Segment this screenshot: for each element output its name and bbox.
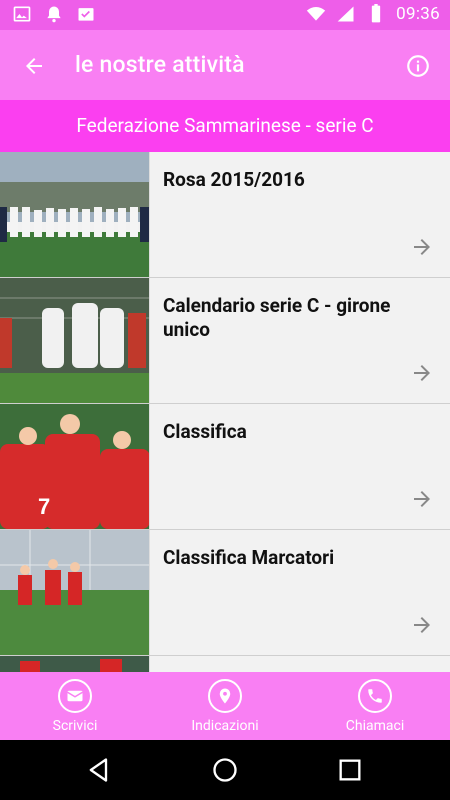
activities-list[interactable]: Rosa 2015/2016 Calendario serie C - giro… xyxy=(0,152,450,672)
list-item[interactable]: Rosa 2015/2016 xyxy=(0,152,450,278)
directions-label: Indicazioni xyxy=(191,718,259,734)
team-photo-thumbnail xyxy=(0,152,150,277)
action-bar: Scrivici Indicazioni Chiamaci xyxy=(0,672,450,740)
write-us-label: Scrivici xyxy=(52,718,98,734)
list-item-label: Rosa 2015/2016 xyxy=(163,168,305,191)
home-circle-icon[interactable] xyxy=(211,756,239,784)
celebration-photo-thumbnail xyxy=(0,278,150,403)
arrow-right-icon xyxy=(414,617,430,633)
screen: 09:36 le nostre attività Federazione Sam… xyxy=(0,0,450,800)
list-item-label: Classifica Marcatori xyxy=(163,546,335,569)
location-pin-icon xyxy=(208,679,242,713)
arrow-right-icon xyxy=(414,491,430,507)
match-photo-thumbnail xyxy=(0,530,150,655)
image-icon xyxy=(13,6,31,22)
list-item[interactable]: Calendario serie C - girone unico xyxy=(0,278,450,404)
phone-icon xyxy=(358,679,392,713)
back-triangle-icon[interactable] xyxy=(85,756,113,784)
mail-icon xyxy=(58,679,92,713)
call-us-button[interactable]: Chiamaci xyxy=(300,672,450,740)
huddle-photo-thumbnail: 7 xyxy=(0,404,150,529)
clock: 09:36 xyxy=(396,4,440,24)
status-bar: 09:36 xyxy=(0,0,450,30)
info-button[interactable] xyxy=(400,48,436,84)
signal-icon xyxy=(337,6,354,22)
list-item[interactable]: Classifica Marcatori xyxy=(0,530,450,656)
task-icon xyxy=(78,8,94,21)
battery-icon xyxy=(371,4,381,23)
call-us-label: Chiamaci xyxy=(345,718,405,734)
arrow-left-icon xyxy=(26,58,42,74)
info-icon xyxy=(407,55,429,77)
system-nav-bar xyxy=(0,740,450,800)
page-title: le nostre attività xyxy=(75,51,245,78)
list-item-partial[interactable] xyxy=(0,656,450,672)
back-button[interactable] xyxy=(16,48,52,84)
directions-button[interactable]: Indicazioni xyxy=(150,672,300,740)
list-item-label: Classifica xyxy=(163,420,247,443)
arrow-right-icon xyxy=(414,365,430,381)
section-header: Federazione Sammarinese - serie C xyxy=(0,100,450,152)
wifi-icon xyxy=(306,7,326,21)
list-item[interactable]: 7 Classifica xyxy=(0,404,450,530)
arrow-right-icon xyxy=(414,239,430,255)
recents-square-icon[interactable] xyxy=(336,756,364,784)
write-us-button[interactable]: Scrivici xyxy=(0,672,150,740)
partial-photo-thumbnail xyxy=(0,656,150,672)
app-bar: le nostre attività xyxy=(0,30,450,100)
list-item-label: Calendario serie C - girone unico xyxy=(163,294,391,341)
bell-icon xyxy=(47,6,61,23)
svg-text:7: 7 xyxy=(38,494,50,519)
